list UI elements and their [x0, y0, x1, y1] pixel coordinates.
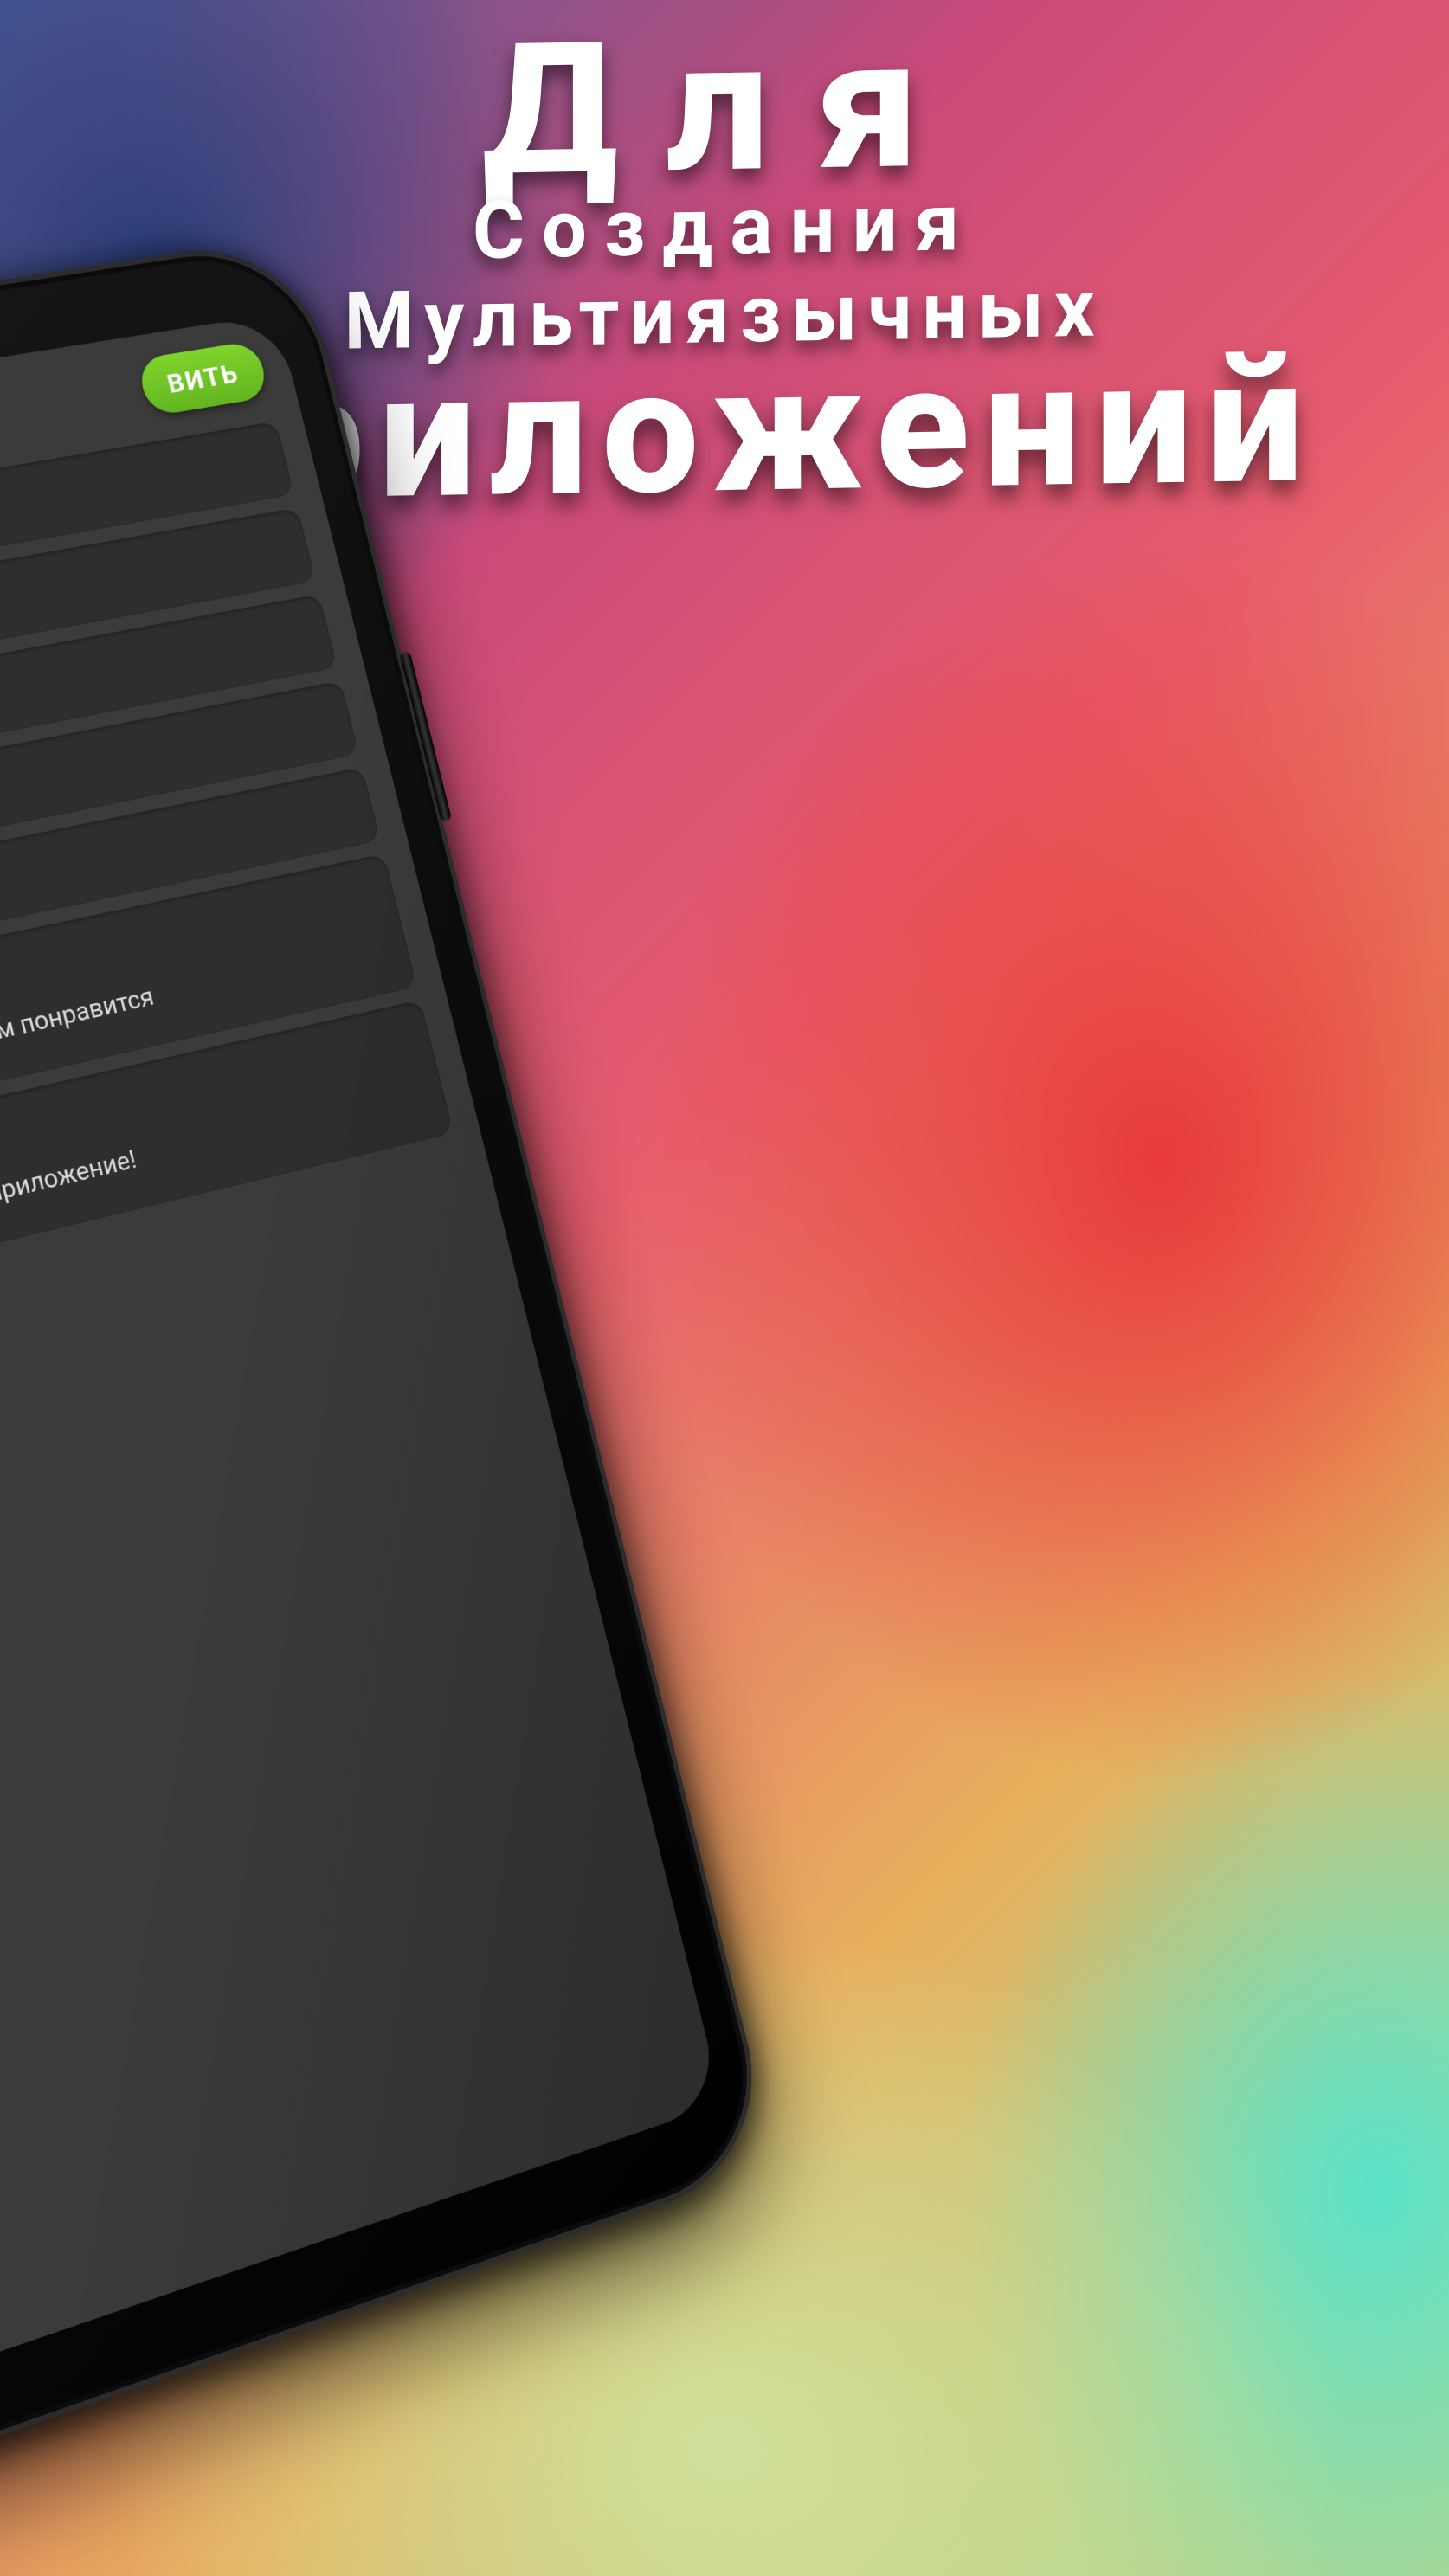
add-button[interactable]: вить: [136, 340, 270, 417]
phone-mockup: вить Привет! ь ты можешь: давать strings…: [0, 182, 824, 2449]
headline-line-1: Для: [0, 13, 1449, 202]
